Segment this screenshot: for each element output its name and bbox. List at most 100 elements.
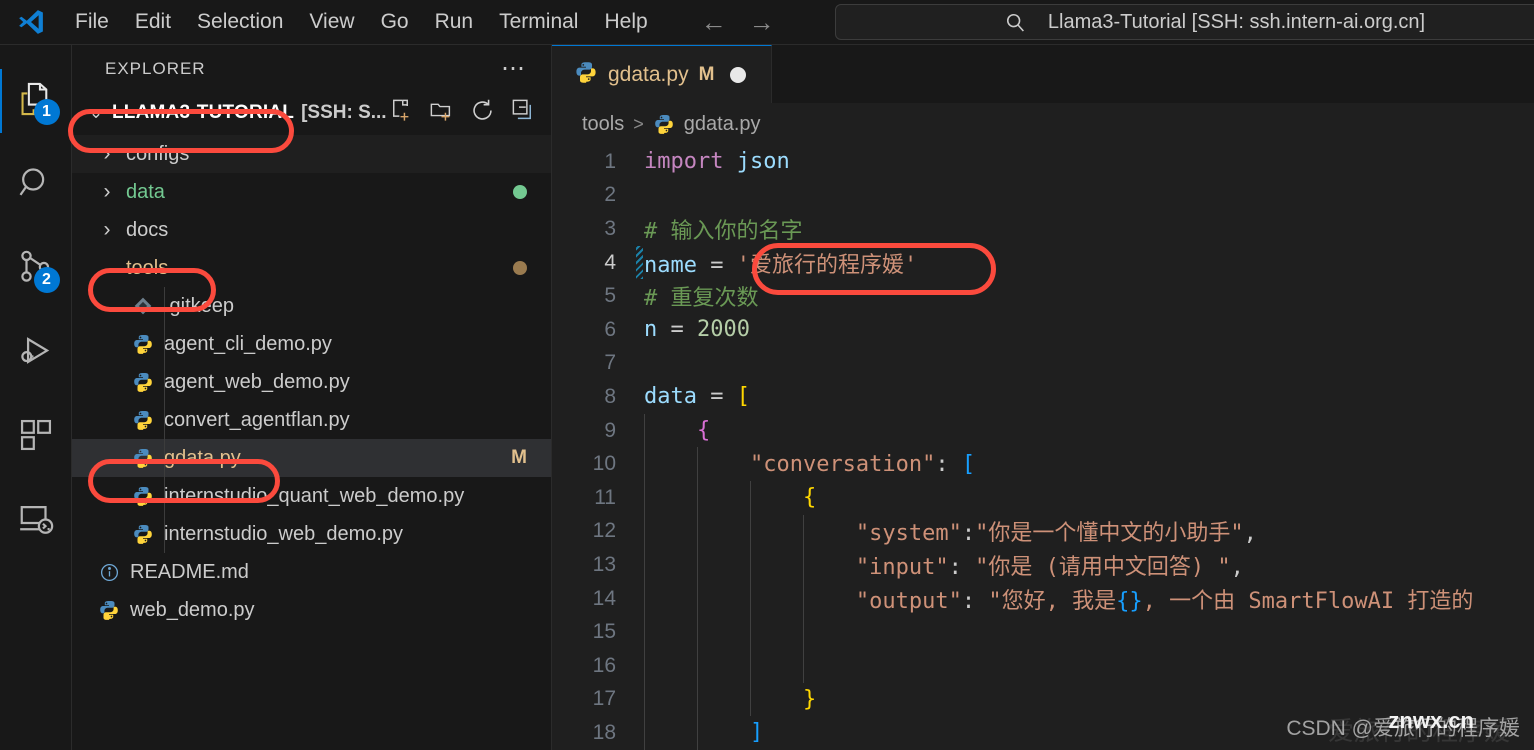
sidebar-item-remote-explorer[interactable] <box>0 479 72 563</box>
code-line[interactable]: 9 { <box>552 413 1534 448</box>
code-token: import <box>644 149 724 175</box>
sidebar-item-source-control[interactable]: 2 <box>0 227 72 311</box>
code-line[interactable]: 16 <box>552 648 1534 683</box>
code-line[interactable]: 6 n = 2000 <box>552 313 1534 347</box>
indent-guide <box>644 716 645 750</box>
tree-indent-guide <box>164 287 165 325</box>
menu-edit[interactable]: Edit <box>122 4 184 40</box>
arrow-left-icon[interactable]: ← <box>699 9 729 35</box>
chevron-right-icon[interactable]: › <box>94 180 120 204</box>
code-line[interactable]: 2 <box>552 179 1534 213</box>
tree-file-convert-agentflan-py[interactable]: convert_agentflan.py <box>72 401 551 439</box>
tree-file-web-demo-py[interactable]: web_demo.py <box>72 591 551 629</box>
tab-git-status: M <box>698 63 715 85</box>
tree-indent-guide <box>164 515 165 553</box>
code-token: '爱旅行的程序媛' <box>736 252 918 278</box>
sidebar-item-extensions[interactable] <box>0 395 72 479</box>
code-token: , 一个由 SmartFlowAI 打造的 <box>1142 588 1474 614</box>
new-folder-icon[interactable] <box>428 97 455 129</box>
new-file-icon[interactable] <box>387 97 414 129</box>
collapse-all-icon[interactable] <box>510 97 537 129</box>
workspace-folder-row[interactable]: ⌄ LLAMA3-TUTORIAL [SSH: S... <box>72 93 551 133</box>
indent-guide <box>644 480 645 515</box>
breadcrumb-folder[interactable]: tools <box>582 113 624 136</box>
breadcrumb-file[interactable]: gdata.py <box>684 113 761 136</box>
ellipsis-icon[interactable]: ⋯ <box>501 57 527 81</box>
menu-file[interactable]: File <box>62 4 122 40</box>
tab-gdata-py[interactable]: gdata.py M <box>552 45 772 103</box>
code-token: 2000 <box>697 317 750 343</box>
code-line[interactable]: 10 "conversation": [ <box>552 447 1534 481</box>
code-line[interactable]: 5 # 重复次数 <box>552 279 1534 313</box>
menu-terminal[interactable]: Terminal <box>486 4 591 40</box>
tree-item-label: internstudio_quant_web_demo.py <box>164 484 465 507</box>
tree-file-internstudio-web-demo-py[interactable]: internstudio_web_demo.py <box>72 515 551 553</box>
tree-indent-guide <box>164 363 165 401</box>
tree-file-internstudio-quant-web-demo-py[interactable]: internstudio_quant_web_demo.py <box>72 477 551 515</box>
tree-folder-data[interactable]: › data <box>72 173 551 211</box>
git-change-marker <box>636 245 643 280</box>
code-token: n <box>644 317 658 343</box>
code-token: : <box>935 451 962 477</box>
run-debug-icon <box>17 332 55 375</box>
code-line[interactable]: 15 <box>552 615 1534 649</box>
watermark-site: znwx.cn <box>1388 708 1474 733</box>
command-center[interactable]: Llama3-Tutorial [SSH: ssh.intern-ai.org.… <box>835 4 1534 40</box>
code-line[interactable]: 4 name = '爱旅行的程序媛' <box>552 245 1534 280</box>
python-icon <box>128 371 158 393</box>
file-tree: › configs › data › docs ⌄ tools .gitkeep agent_cl… <box>72 135 551 629</box>
menu-help[interactable]: Help <box>591 4 660 40</box>
sidebar-item-explorer[interactable]: 1 <box>0 59 72 143</box>
tree-file-gdata-py[interactable]: gdata.py M <box>72 439 551 477</box>
indent-guide <box>697 581 698 616</box>
tree-folder-tools[interactable]: ⌄ tools <box>72 249 551 287</box>
line-number: 4 <box>604 250 616 274</box>
code-line[interactable]: 8 data = [ <box>552 380 1534 414</box>
menu-run[interactable]: Run <box>422 4 487 40</box>
tree-item-label: agent_cli_demo.py <box>164 332 332 355</box>
code-token: "output" <box>855 588 962 614</box>
line-number: 11 <box>594 485 616 509</box>
code-editor[interactable]: 1 import json 2 3 # 输入你的名字 4 name = '爱旅行的程序媛' 5… <box>552 145 1534 750</box>
tree-file-agent-web-demo-py[interactable]: agent_web_demo.py <box>72 363 551 401</box>
tree-file-agent-cli-demo-py[interactable]: agent_cli_demo.py <box>72 325 551 363</box>
sidebar-item-run-and-debug[interactable] <box>0 311 72 395</box>
unsaved-dot-icon[interactable] <box>730 66 747 83</box>
code-line[interactable]: 11 { <box>552 480 1534 515</box>
line-number: 17 <box>592 687 616 711</box>
git-status-dot <box>513 185 527 199</box>
tree-folder-docs[interactable]: › docs <box>72 211 551 249</box>
code-line-text: "input": "你是 (请用中文回答) ", <box>630 549 1244 581</box>
code-line[interactable]: 3 # 输入你的名字 <box>552 212 1534 246</box>
menu-bar[interactable]: File Edit Selection View Go Run Terminal… <box>62 0 661 45</box>
code-token: : <box>961 588 989 614</box>
chevron-down-icon[interactable]: ⌄ <box>80 103 112 123</box>
tree-item-label: web_demo.py <box>130 598 255 621</box>
code-token: json <box>736 149 790 175</box>
code-line[interactable]: 1 import json <box>552 145 1534 179</box>
code-line[interactable]: 12 "system":"你是一个懂中文的小助手", <box>552 514 1534 549</box>
indent-guide <box>803 648 804 683</box>
menu-selection[interactable]: Selection <box>184 4 296 40</box>
explorer-sidebar: EXPLORER ⋯ ⌄ LLAMA3-TUTORIAL [SSH: S... <box>72 45 552 750</box>
tree-folder-configs[interactable]: › configs <box>72 135 551 173</box>
indent-guide <box>697 648 698 683</box>
code-token: data <box>644 384 697 410</box>
tree-file-readme-md[interactable]: README.md <box>72 553 551 591</box>
refresh-icon[interactable] <box>469 97 496 129</box>
activity-bar: 1 2 <box>0 45 72 750</box>
code-line-text: # 输入你的名字 <box>630 213 803 245</box>
code-line[interactable]: 7 <box>552 347 1534 381</box>
menu-go[interactable]: Go <box>368 4 422 40</box>
menu-view[interactable]: View <box>296 4 367 40</box>
arrow-right-icon[interactable]: → <box>747 9 777 35</box>
chevron-down-icon[interactable]: ⌄ <box>94 258 120 278</box>
chevron-right-icon[interactable]: › <box>94 142 120 166</box>
tree-file--gitkeep[interactable]: .gitkeep <box>72 287 551 325</box>
indent-guide <box>697 548 698 582</box>
code-line[interactable]: 13 "input": "你是 (请用中文回答) ", <box>552 548 1534 582</box>
sidebar-item-search[interactable] <box>0 143 72 227</box>
code-line[interactable]: 14 "output": "您好, 我是{}, 一个由 SmartFlowAI … <box>552 581 1534 616</box>
chevron-right-icon[interactable]: › <box>94 218 120 242</box>
vscode-logo-icon <box>0 0 62 45</box>
